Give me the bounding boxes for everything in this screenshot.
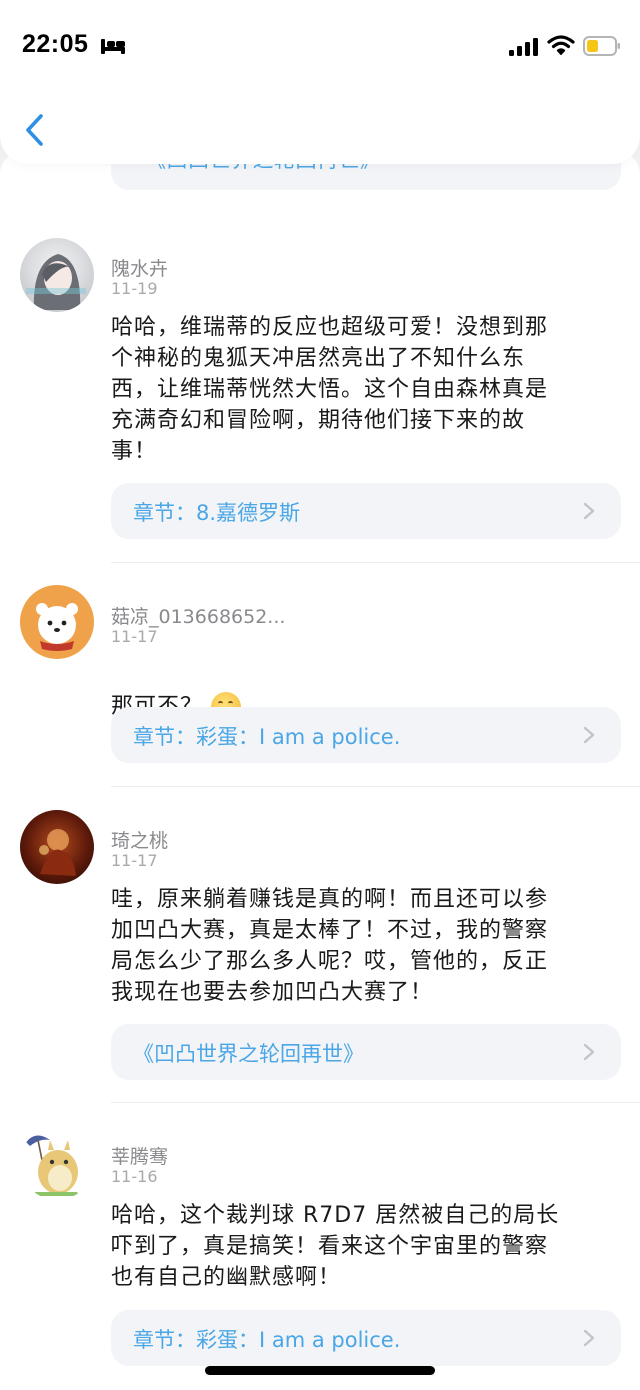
back-chevron-icon[interactable] (18, 108, 54, 152)
comment-date: 11-17 (111, 851, 158, 870)
chevron-right-icon (583, 1043, 595, 1061)
avatar[interactable] (20, 585, 94, 659)
chevron-right-icon (583, 502, 595, 520)
avatar-bear-icon (36, 603, 78, 651)
comment-username[interactable]: 琦之桃 (111, 826, 168, 853)
comment-text: 哇，原来躺着赚钱是真的啊！而且还可以参 加凹凸大赛，真是太棒了！不过，我的警察 … (111, 887, 549, 1005)
divider (111, 562, 640, 563)
avatar[interactable] (20, 1126, 94, 1200)
comment-text: 哈哈，维瑞蒂的反应也超级可爱！没想到那 个神秘的鬼狐天冲居然亮出了不知什么东 西… (111, 315, 549, 464)
chapter-link-label: 章节：8.嘉德罗斯 (133, 501, 301, 525)
signal-icon (509, 38, 538, 56)
avatar[interactable] (20, 810, 94, 884)
chevron-right-icon (583, 1329, 595, 1347)
divider (111, 1102, 640, 1103)
divider (111, 786, 640, 787)
comment-list: 《凹凸世界之轮回再世》 隗水卉 11-19 哈哈，维瑞蒂的反应也超级可爱！没想到… (0, 152, 640, 1390)
comment-username[interactable]: 菇凉_013668652... (111, 602, 285, 629)
comment-date: 11-19 (111, 279, 158, 298)
chapter-link-label: 章节：彩蛋：I am a police. (133, 1328, 401, 1352)
chevron-right-icon (583, 726, 595, 744)
status-time: 22:05 (22, 30, 89, 58)
chapter-link-chip[interactable]: 章节：彩蛋：I am a police. (111, 707, 621, 763)
home-indicator[interactable] (205, 1366, 435, 1375)
header: 22:05 (0, 0, 640, 164)
wifi-icon (547, 35, 575, 55)
comment-date: 11-17 (111, 627, 158, 646)
battery-icon (583, 36, 620, 56)
comment-username[interactable]: 莘腾骞 (111, 1142, 168, 1169)
sleep-icon (101, 39, 125, 54)
work-link-chip[interactable]: 《凹凸世界之轮回再世》 (111, 1024, 621, 1080)
comment-date: 11-16 (111, 1167, 158, 1186)
comment-username[interactable]: 隗水卉 (111, 254, 168, 281)
work-link-label: 《凹凸世界之轮回再世》 (133, 1042, 364, 1066)
chapter-link-label: 章节：彩蛋：I am a police. (133, 725, 401, 749)
comment-text: 哈哈，这个裁判球 R7D7 居然被自己的局长 吓到了，真是搞笑！看来这个宇宙里的… (111, 1203, 560, 1290)
status-bar: 22:05 (0, 0, 640, 92)
chapter-link-chip[interactable]: 章节：彩蛋：I am a police. (111, 1310, 621, 1366)
avatar-totoro-icon (26, 1135, 78, 1196)
chapter-link-chip[interactable]: 章节：8.嘉德罗斯 (111, 483, 621, 539)
avatar[interactable] (20, 238, 94, 312)
avatar-illustration-icon (39, 829, 76, 876)
avatar-portrait-icon (26, 254, 86, 310)
